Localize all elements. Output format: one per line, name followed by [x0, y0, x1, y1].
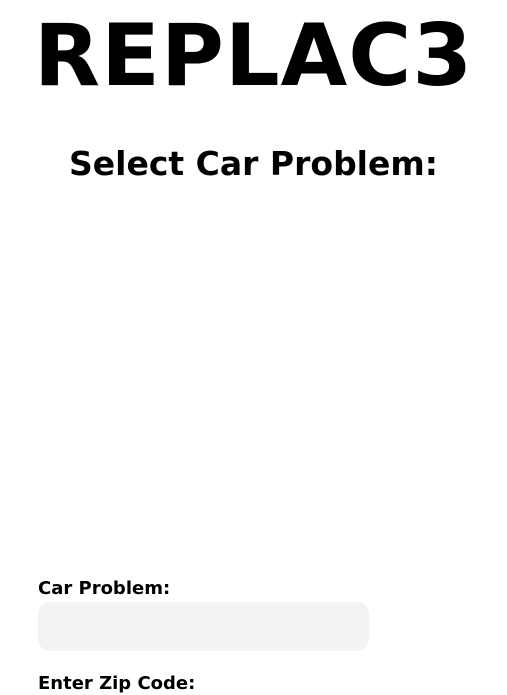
app-title: REPLAC3 — [33, 6, 474, 106]
car-problem-label: Car Problem: — [38, 578, 171, 599]
zip-code-label: Enter Zip Code: — [38, 673, 196, 694]
car-problem-field[interactable] — [38, 602, 369, 651]
section-title: Select Car Problem: — [69, 144, 438, 183]
car-problem-options-area — [0, 196, 507, 566]
